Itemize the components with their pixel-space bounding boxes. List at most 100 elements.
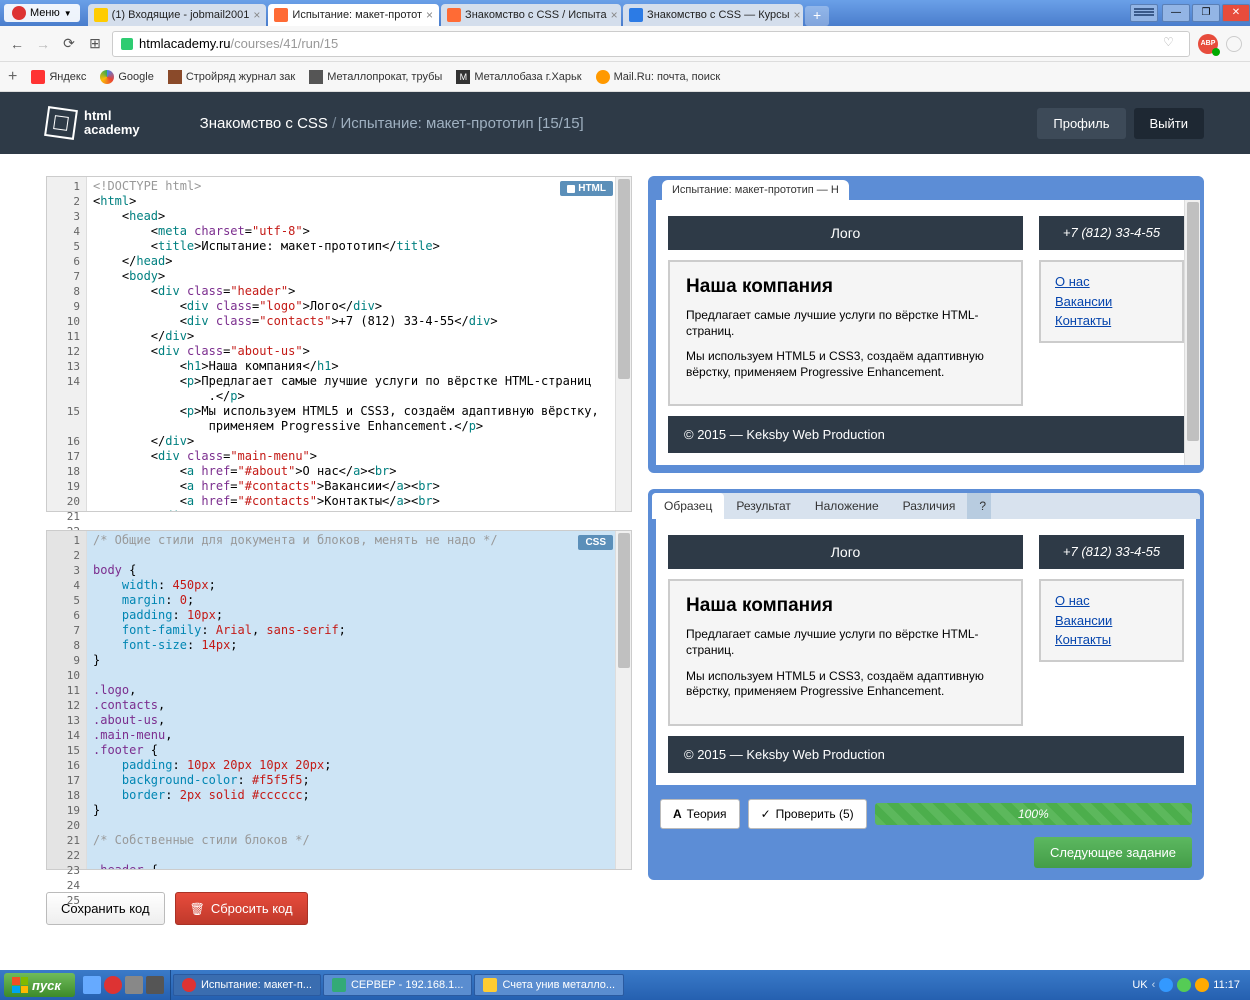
speed-dial-button[interactable]: ⊞ — [86, 35, 104, 53]
tab-result[interactable]: Результат — [724, 493, 803, 519]
quick-launch-icon[interactable] — [83, 976, 101, 994]
mockup-link[interactable]: Контакты — [1055, 311, 1168, 331]
close-icon[interactable]: × — [253, 8, 260, 22]
close-icon[interactable]: × — [794, 8, 801, 22]
chevron-left-icon[interactable]: ‹ — [1152, 979, 1156, 991]
panel-icon[interactable] — [1130, 4, 1158, 22]
favicon-icon — [596, 70, 610, 84]
start-button[interactable]: пуск — [4, 973, 75, 997]
tray-icon[interactable] — [1159, 978, 1173, 992]
close-icon[interactable]: × — [611, 8, 618, 22]
breadcrumb: Знакомство с CSS / Испытание: макет-прот… — [200, 115, 584, 132]
tab-overlay[interactable]: Наложение — [803, 493, 891, 519]
bookmark-item[interactable]: Стройряд журнал зак — [168, 70, 295, 84]
bookmark-item[interactable]: Яндекс — [31, 70, 86, 84]
mockup-link[interactable]: О нас — [1055, 591, 1168, 611]
favicon-icon — [94, 8, 108, 22]
new-tab-button[interactable]: + — [805, 6, 829, 26]
bookmark-heart-icon[interactable]: ♡ — [1163, 35, 1181, 53]
tab-diff[interactable]: Различия — [891, 493, 968, 519]
add-bookmark-button[interactable]: + — [8, 68, 17, 86]
browser-tab[interactable]: Знакомство с CSS — Курсы× — [623, 4, 803, 26]
app-icon — [483, 978, 497, 992]
browser-tab[interactable]: Знакомство с CSS / Испыта× — [441, 4, 621, 26]
quick-launch-icon[interactable] — [104, 976, 122, 994]
theory-button[interactable]: AТеория — [660, 799, 740, 829]
mockup-footer: © 2015 — Keksby Web Production — [668, 416, 1184, 453]
mockup-link[interactable]: Вакансии — [1055, 292, 1168, 312]
taskbar-item[interactable]: СЕРВЕР - 192.168.1... — [323, 974, 473, 996]
bookmark-item[interactable]: Mail.Ru: почта, поиск — [596, 70, 721, 84]
window-titlebar: Меню▼ (1) Входящие - jobmail2001× Испыта… — [0, 0, 1250, 26]
code-area[interactable]: /* Общие стили для документа и блоков, м… — [87, 531, 631, 869]
tray-icon[interactable] — [1177, 978, 1191, 992]
windows-icon — [12, 977, 28, 993]
app-icon — [182, 978, 196, 992]
extension-icon[interactable] — [1226, 36, 1242, 52]
mockup-link[interactable]: Вакансии — [1055, 611, 1168, 631]
favicon-icon — [629, 8, 643, 22]
help-button[interactable]: ? — [967, 493, 991, 519]
clock[interactable]: 11:17 — [1213, 979, 1240, 991]
mockup-link[interactable]: О нас — [1055, 272, 1168, 292]
taskbar-item[interactable]: Счета унив металло... — [474, 974, 624, 996]
language-indicator[interactable]: UK — [1132, 979, 1147, 991]
favicon-icon — [168, 70, 182, 84]
site-logo[interactable]: htmlacademy — [46, 108, 140, 138]
bookmark-item[interactable]: Google — [100, 70, 153, 84]
preview-panel-bottom: Образец Результат Наложение Различия ? Л… — [648, 489, 1204, 879]
logo-text: htmlacademy — [84, 109, 140, 137]
bookmark-item[interactable]: Металлопрокат, трубы — [309, 70, 442, 84]
profile-button[interactable]: Профиль — [1037, 108, 1125, 139]
tab-sample[interactable]: Образец — [652, 493, 724, 519]
html-editor[interactable]: 1234567891011121314151617181920212223 <!… — [46, 176, 632, 512]
mockup-logo: Лого — [668, 535, 1023, 569]
close-icon[interactable]: × — [426, 8, 433, 22]
address-bar[interactable]: htmlacademy.ru/courses/41/run/15 ♡ — [112, 31, 1190, 57]
mockup-menu: О нас Вакансии Контакты — [1039, 579, 1184, 662]
browser-tab[interactable]: Испытание: макет-протот× — [268, 4, 439, 26]
tray-icon[interactable] — [1195, 978, 1209, 992]
minimize-button[interactable]: — — [1162, 4, 1190, 22]
adblock-icon[interactable]: ABP — [1198, 34, 1218, 54]
favicon-icon — [274, 8, 288, 22]
forward-button[interactable]: → — [34, 35, 52, 53]
taskbar-item[interactable]: Испытание: макет-п... — [173, 974, 321, 996]
scrollbar[interactable] — [615, 177, 631, 511]
editors-column: 1234567891011121314151617181920212223 <!… — [46, 176, 632, 920]
line-gutter: 1234567891011121314151617181920212223242… — [47, 531, 87, 869]
trash-icon: 🗑 — [190, 902, 205, 916]
html-badge: HTML — [560, 181, 613, 196]
mockup-about: Наша компания Предлагает самые лучшие ус… — [668, 579, 1023, 725]
check-row: AТеория ✓Проверить (5) 100% — [652, 789, 1200, 837]
css-editor[interactable]: 1234567891011121314151617181920212223242… — [46, 530, 632, 870]
system-tray: UK ‹ 11:17 — [1132, 978, 1246, 992]
scrollbar[interactable] — [1184, 200, 1200, 465]
logout-button[interactable]: Выйти — [1134, 108, 1205, 139]
back-button[interactable]: ← — [8, 35, 26, 53]
maximize-button[interactable]: ❐ — [1192, 4, 1220, 22]
reset-button[interactable]: 🗑Сбросить код — [175, 892, 308, 925]
favicon-icon — [100, 70, 114, 84]
code-area[interactable]: <!DOCTYPE html> <html> <head> <meta char… — [87, 177, 631, 511]
browser-tabs: (1) Входящие - jobmail2001× Испытание: м… — [88, 0, 1130, 26]
css-badge: CSS — [578, 535, 613, 550]
next-task-button[interactable]: Следующее задание — [1034, 837, 1192, 868]
progress-bar: 100% — [875, 803, 1192, 825]
save-button[interactable]: Сохранить код — [46, 892, 165, 925]
scrollbar[interactable] — [615, 531, 631, 869]
quick-launch — [77, 970, 171, 1000]
browser-menu-button[interactable]: Меню▼ — [4, 4, 80, 22]
bookmark-item[interactable]: MМеталлобаза г.Харьк — [456, 70, 581, 84]
check-button[interactable]: ✓Проверить (5) — [748, 799, 867, 829]
quick-launch-icon[interactable] — [146, 976, 164, 994]
mockup-link[interactable]: Контакты — [1055, 630, 1168, 650]
site-header: htmlacademy Знакомство с CSS / Испытание… — [0, 92, 1250, 154]
mockup-about: Наша компания Предлагает самые лучшие ус… — [668, 260, 1023, 406]
preview-tab-title: Испытание: макет-прототип — H — [662, 180, 849, 200]
close-button[interactable]: ✕ — [1222, 4, 1250, 22]
line-gutter: 1234567891011121314151617181920212223 — [47, 177, 87, 511]
browser-tab[interactable]: (1) Входящие - jobmail2001× — [88, 4, 267, 26]
quick-launch-icon[interactable] — [125, 976, 143, 994]
reload-button[interactable]: ⟳ — [60, 35, 78, 53]
